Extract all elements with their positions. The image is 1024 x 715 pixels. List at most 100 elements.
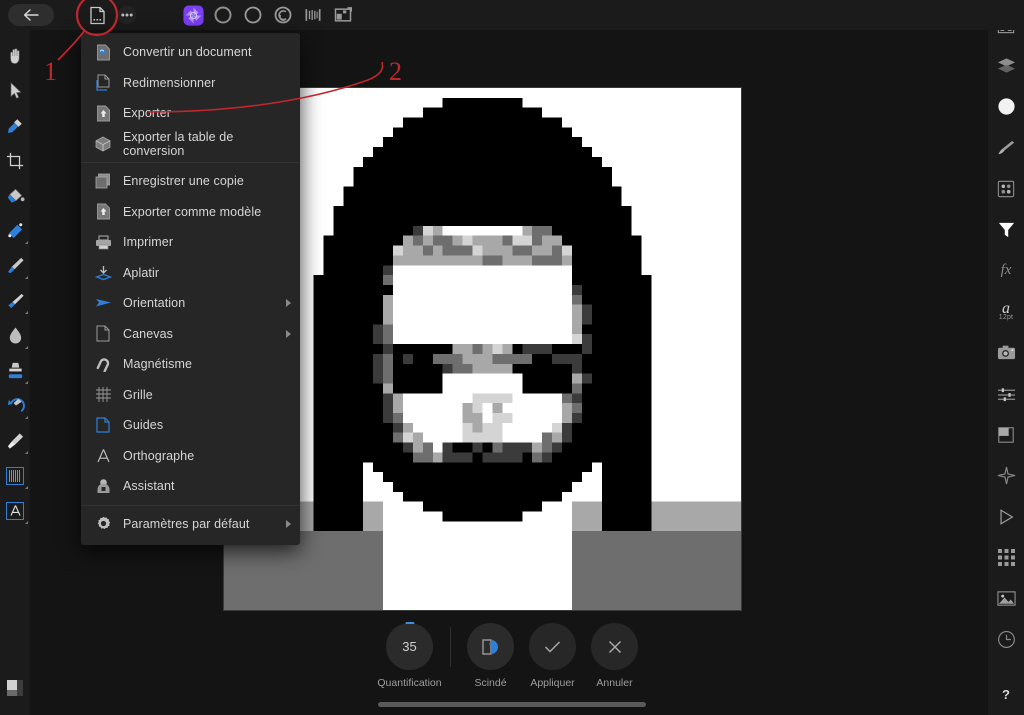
menu-item-assistant[interactable]: Assistant xyxy=(81,471,300,502)
apply-label: Appliquer xyxy=(530,677,575,689)
move-tool[interactable] xyxy=(1,73,29,108)
menu-item-canevas[interactable]: Canevas xyxy=(81,319,300,350)
flyout-indicator xyxy=(25,276,28,279)
persona-panorama-button[interactable] xyxy=(298,2,328,28)
effects-panel-label: fx xyxy=(1000,262,1012,278)
persona-develop-button[interactable] xyxy=(238,2,268,28)
adjustments-panel-icon[interactable] xyxy=(989,209,1023,250)
apply-circle[interactable] xyxy=(529,623,576,670)
macro-panel-icon[interactable] xyxy=(989,496,1023,537)
split-view-circle[interactable] xyxy=(467,623,514,670)
export-icon xyxy=(93,103,113,123)
home-indicator[interactable] xyxy=(378,702,646,707)
brushes-panel-icon[interactable] xyxy=(989,127,1023,168)
persona-export-button[interactable] xyxy=(328,2,358,28)
studio-grid-icon[interactable] xyxy=(989,537,1023,578)
menu-item-redimensionner[interactable]: Redimensionner xyxy=(81,68,300,99)
app-root: fx a 12pt ? Convertir un document Redime… xyxy=(0,0,1024,715)
grid-icon xyxy=(93,385,113,405)
menu-item-guides[interactable]: Guides xyxy=(81,410,300,441)
apply-button[interactable]: Appliquer xyxy=(522,623,584,689)
layer-fx-panel-icon[interactable] xyxy=(989,414,1023,455)
pen-tool[interactable] xyxy=(1,423,29,458)
cancel-button[interactable]: Annuler xyxy=(584,623,646,689)
quantification-control[interactable]: 35 Quantification xyxy=(377,622,442,689)
menu-item-enregistrer-une-copie[interactable]: Enregistrer une copie xyxy=(81,166,300,197)
swatches-panel-icon[interactable] xyxy=(989,168,1023,209)
character-panel-icon[interactable]: a 12pt xyxy=(989,291,1023,332)
dropper-icon xyxy=(7,118,22,133)
flatten-icon xyxy=(93,263,113,283)
export-slices-icon xyxy=(334,7,352,22)
back-button[interactable] xyxy=(8,4,54,26)
layers-panel-icon[interactable] xyxy=(989,45,1023,86)
snapshots-panel-icon[interactable] xyxy=(989,332,1023,373)
export-template-icon xyxy=(93,202,113,222)
menu-item-label: Orientation xyxy=(123,296,186,311)
menu-item-exporter-la-table-de-conversion[interactable]: Exporter la table de conversion xyxy=(81,129,300,160)
document-menu[interactable]: Convertir un document Redimensionner Expor… xyxy=(81,33,300,545)
menu-item-convertir-un-document[interactable]: Convertir un document xyxy=(81,37,300,68)
undo-brush-tool[interactable] xyxy=(1,388,29,423)
menu-item-label: Aplatir xyxy=(123,265,160,280)
chevron-right-icon xyxy=(286,519,291,528)
menu-item-aplatir[interactable]: Aplatir xyxy=(81,258,300,289)
studio-panels-toolbar[interactable]: fx a 12pt ? xyxy=(988,0,1024,715)
persona-liquify-button[interactable] xyxy=(208,2,238,28)
clone-tool[interactable] xyxy=(1,353,29,388)
pixelated-portrait-image[interactable] xyxy=(224,88,741,610)
spelling-icon xyxy=(93,446,113,466)
split-view-button[interactable]: Scindé xyxy=(460,623,522,689)
more-options-button[interactable] xyxy=(112,2,142,28)
channels-panel-icon[interactable] xyxy=(989,373,1023,414)
menu-item-exporter-comme-mod-le[interactable]: Exporter comme modèle xyxy=(81,197,300,228)
flyout-indicator xyxy=(25,311,28,314)
artboard[interactable] xyxy=(224,88,741,610)
marquee-icon xyxy=(6,466,24,485)
quantification-label: Quantification xyxy=(377,677,442,689)
menu-item-imprimer[interactable]: Imprimer xyxy=(81,227,300,258)
smudge-tool[interactable] xyxy=(1,318,29,353)
artistic-text-tool[interactable] xyxy=(1,493,29,528)
crop-icon xyxy=(6,152,24,169)
guides-icon xyxy=(93,415,113,435)
save-copy-icon xyxy=(93,171,113,191)
stock-panel-icon[interactable] xyxy=(989,578,1023,619)
hand-tool[interactable] xyxy=(1,38,29,73)
crop-tool[interactable] xyxy=(1,143,29,178)
menu-item-label: Imprimer xyxy=(123,235,174,250)
flyout-indicator xyxy=(25,416,28,419)
rectangle-marquee-tool[interactable] xyxy=(1,458,29,493)
gradient-tool[interactable] xyxy=(1,213,29,248)
tools-toolbar[interactable] xyxy=(0,30,30,715)
cancel-circle[interactable] xyxy=(591,623,638,670)
paint-brush-tool[interactable] xyxy=(1,248,29,283)
eraser-tool[interactable] xyxy=(1,283,29,318)
menu-item-magn-tisme[interactable]: Magnétisme xyxy=(81,349,300,380)
paint-bucket-tool[interactable] xyxy=(1,178,29,213)
menu-item-param-tres-par-d-faut[interactable]: Paramètres par défaut xyxy=(81,509,300,540)
text-a-icon xyxy=(6,501,24,520)
color-swatch-tool[interactable] xyxy=(1,670,29,705)
persona-photo-button[interactable] xyxy=(178,2,208,28)
menu-item-label: Enregistrer une copie xyxy=(123,174,244,189)
history-panel-icon[interactable] xyxy=(989,619,1023,660)
menu-item-exporter[interactable]: Exporter xyxy=(81,98,300,129)
aperture-icon xyxy=(182,4,204,26)
menu-item-label: Exporter comme modèle xyxy=(123,204,262,219)
menu-item-label: Exporter xyxy=(123,106,172,121)
menu-item-orthographe[interactable]: Orthographe xyxy=(81,441,300,472)
quantification-dial[interactable]: 35 xyxy=(386,622,433,670)
help-button[interactable]: ? xyxy=(995,683,1017,705)
document-menu-button[interactable] xyxy=(82,2,112,28)
menu-divider xyxy=(81,162,300,163)
close-icon xyxy=(608,640,621,653)
effects-panel-icon[interactable]: fx xyxy=(989,250,1023,291)
menu-item-orientation[interactable]: Orientation xyxy=(81,288,300,319)
gradient-icon xyxy=(7,223,22,239)
navigator-panel-icon[interactable] xyxy=(989,455,1023,496)
colour-panel-icon[interactable] xyxy=(989,86,1023,127)
menu-item-grille[interactable]: Grille xyxy=(81,380,300,411)
color-picker-tool[interactable] xyxy=(1,108,29,143)
persona-tonemapping-button[interactable] xyxy=(268,2,298,28)
